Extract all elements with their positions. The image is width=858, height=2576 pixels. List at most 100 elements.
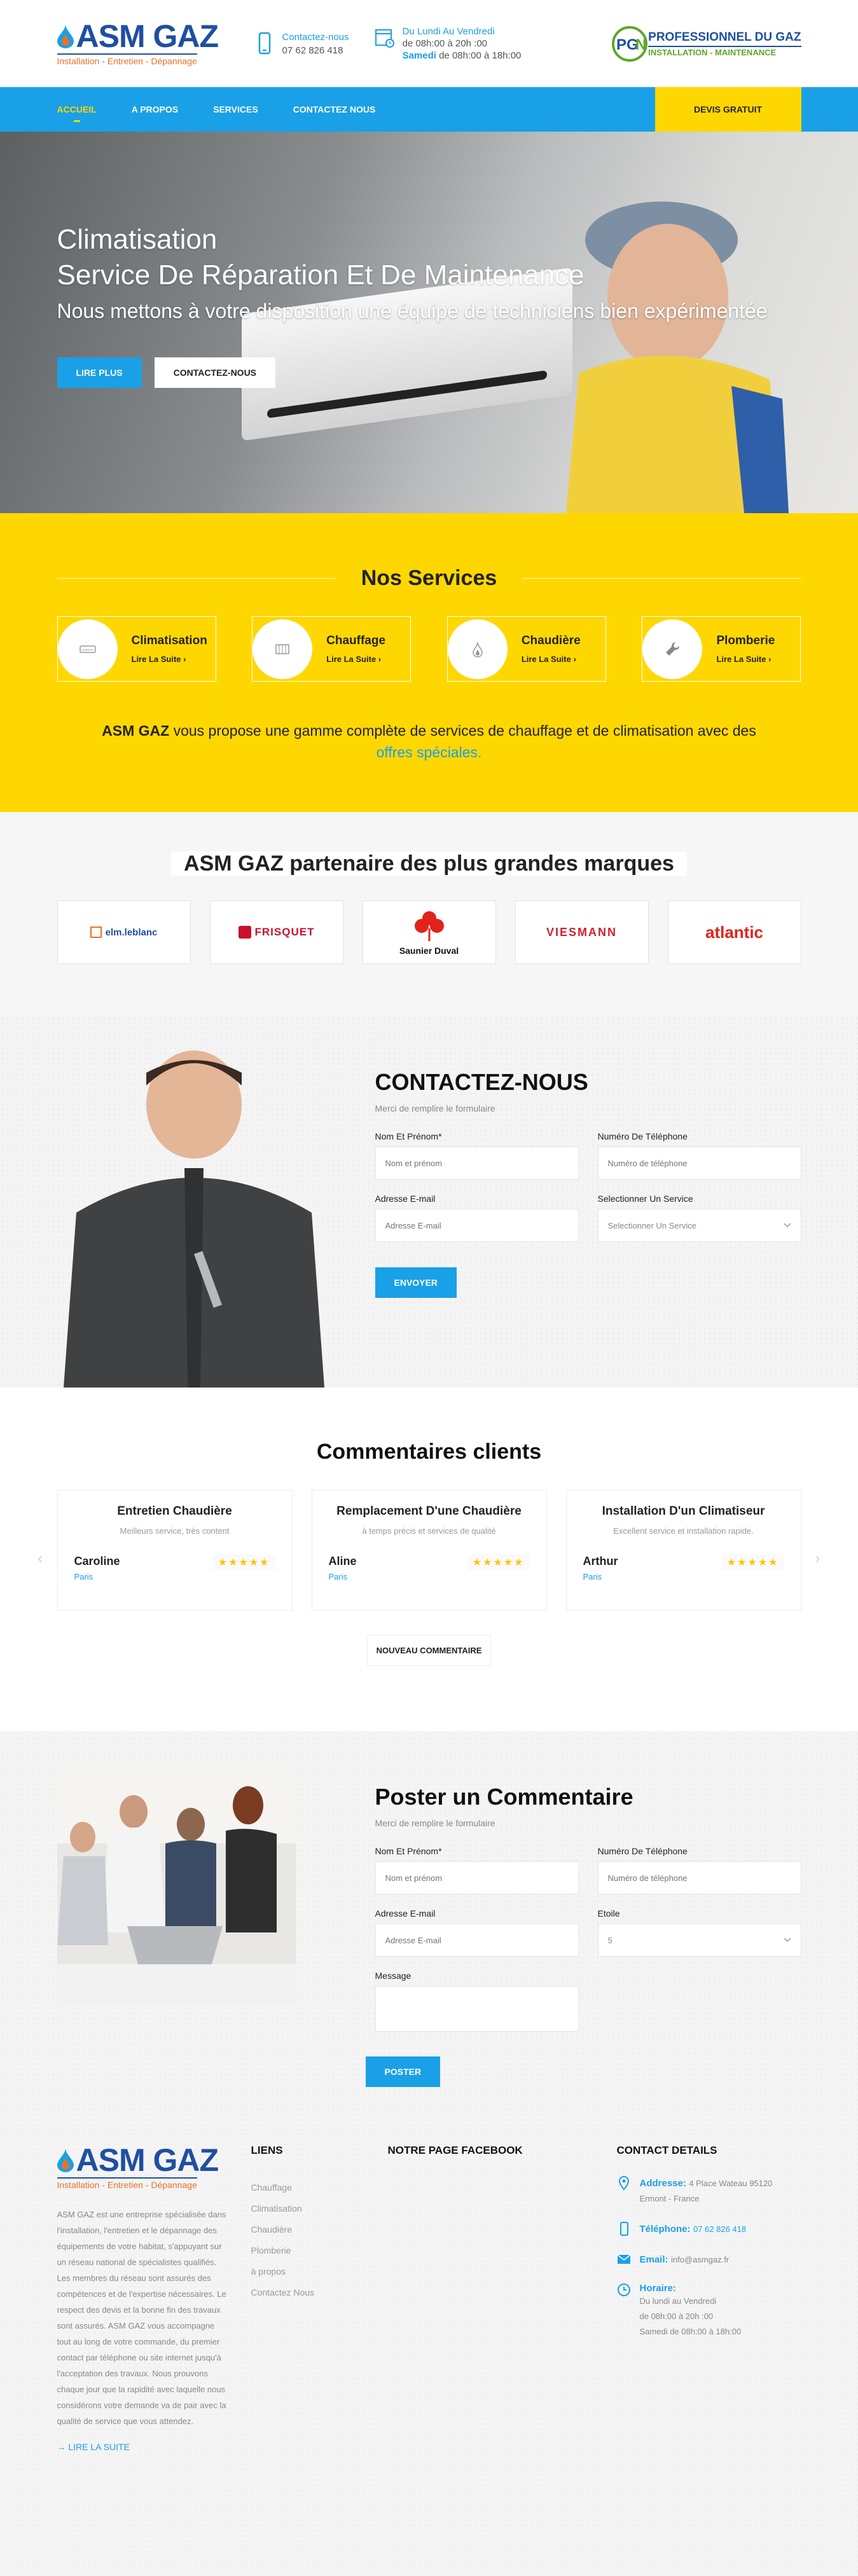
brand-atlantic[interactable]: atlantic (667, 900, 801, 964)
contact-form: CONTACTEZ-NOUS Merci de remplire le form… (375, 1069, 801, 1298)
phone-input[interactable] (597, 1147, 801, 1180)
service-read-more[interactable]: Lire La Suite › (716, 654, 775, 664)
service-card-chauffage[interactable]: Chauffage Lire La Suite › (252, 616, 412, 682)
contact-title: CONTACTEZ-NOUS (375, 1069, 588, 1095)
nav-accueil[interactable]: ACCUEIL (57, 104, 97, 122)
hero-banner: Climatisation Service De Réparation Et D… (0, 132, 858, 513)
email-input[interactable] (375, 1209, 579, 1242)
star-rating: ★★★★★ (467, 1555, 530, 1570)
nav-contact[interactable]: CONTACTEZ NOUS (293, 104, 376, 114)
footer-link-chaudiere[interactable]: Chaudière (251, 2224, 366, 2235)
footer-link-chauffage[interactable]: Chauffage (251, 2182, 366, 2193)
email-value[interactable]: info@asmgaz.fr (671, 2255, 729, 2264)
site-logo[interactable]: ASM GAZ Installation - Entretien - Dépan… (57, 20, 229, 67)
special-offers-link[interactable]: offres spéciales. (377, 744, 482, 761)
services-section: Nos Services Climatisation Lire La Suite… (0, 513, 858, 812)
title-divider-right (522, 578, 801, 579)
mobile-phone-icon (258, 32, 270, 54)
footer-link-contact[interactable]: Contactez Nous (251, 2287, 366, 2297)
footer-about: ASM GAZ est une entreprise spécialisée d… (57, 2210, 226, 2426)
arrow-right-icon: → (57, 2442, 66, 2452)
pgn-subtitle: INSTALLATION - MAINTENANCE (648, 45, 801, 57)
message-label: Message (375, 1971, 412, 1981)
partners-section: ASM GAZ partenaire des plus grandes marq… (0, 812, 858, 1016)
phone-label: Numéro De Téléphone (597, 1131, 688, 1141)
email-input[interactable] (375, 1924, 579, 1957)
hero-subtitle: Nous mettons à votre disposition une équ… (57, 300, 768, 322)
phone-icon (619, 2222, 628, 2236)
footer-read-more-link[interactable]: → LIRE LA SUITE (57, 2442, 229, 2452)
review-city: Paris (328, 1572, 348, 1581)
phone-value[interactable]: 07 62 826 418 (693, 2224, 746, 2234)
nav-services[interactable]: SERVICES (213, 104, 258, 114)
brand-viessmann[interactable]: VIESMANN (515, 900, 649, 964)
review-author: Aline (328, 1555, 357, 1567)
address-city: Ermont - France (639, 2194, 700, 2203)
flame-icon (473, 642, 483, 658)
service-card-chaudiere[interactable]: Chaudière Lire La Suite › (446, 616, 606, 682)
email-label: Email: (639, 2254, 668, 2265)
service-card-plomberie[interactable]: Plomberie Lire La Suite › (642, 616, 801, 682)
new-comment-button[interactable]: NOUVEAU COMMENTAIRE (366, 1635, 492, 1666)
email-label: Adresse E-mail (375, 1908, 436, 1918)
review-author: Caroline (74, 1555, 120, 1567)
send-button[interactable]: ENVOYER (375, 1267, 457, 1298)
address-row: Addresse: 4 Place Wateau 95120 Ermont - F… (617, 2176, 801, 2207)
hero-title-line1: Climatisation (57, 224, 218, 255)
service-read-more[interactable]: Lire La Suite › (326, 654, 385, 664)
review-card: Entretien Chaudière Meilleurs service, t… (57, 1490, 293, 1611)
footer-link-about[interactable]: à propos (251, 2266, 366, 2276)
review-title: Remplacement D'une Chaudière (336, 1505, 522, 1518)
review-text: Excellent service et installation rapide… (613, 1526, 754, 1536)
contact-subtitle: Merci de remplire le formulaire (375, 1103, 495, 1113)
contact-us-button[interactable]: CONTACTEZ-NOUS (154, 357, 276, 388)
phone-row: Téléphone: 07 62 826 418 (617, 2222, 801, 2237)
service-read-more[interactable]: Lire La Suite › (522, 654, 581, 664)
top-header: ASM GAZ Installation - Entretien - Dépan… (0, 0, 858, 87)
service-label: Selectionner Un Service (597, 1194, 693, 1204)
rating-select[interactable]: 5 (597, 1924, 801, 1957)
phone-input[interactable] (597, 1861, 801, 1894)
footer: ASM GAZ Installation - Entretien - Dépan… (0, 2132, 858, 2576)
service-read-more[interactable]: Lire La Suite › (132, 654, 207, 664)
footer-logo[interactable]: ASM GAZ Installation - Entretien - Dépan… (57, 2144, 229, 2191)
footer-link-plomberie[interactable]: Plomberie (251, 2245, 366, 2256)
review-card: Remplacement D'une Chaudière à temps pré… (311, 1490, 547, 1611)
read-more-button[interactable]: LIRE PLUS (57, 357, 142, 388)
post-button[interactable]: POSTER (365, 2056, 441, 2087)
service-title: Plomberie (716, 634, 775, 647)
carousel-prev-icon[interactable]: ‹ (38, 1550, 43, 1567)
logo-tagline: Installation - Entretien - Dépannage (57, 53, 197, 66)
svg-text:N: N (635, 36, 646, 53)
logo-text: ASM GAZ (76, 18, 219, 54)
review-city: Paris (74, 1572, 93, 1581)
gas-drop-icon (57, 24, 74, 48)
brand-frisquet[interactable]: FRISQUET (209, 900, 343, 964)
brand-elm-leblanc[interactable]: elm.leblanc (57, 900, 191, 964)
contact-details-title: CONTACT DETAILS (616, 2144, 717, 2156)
radiator-icon (275, 644, 289, 654)
address-value: 4 Place Wateau 95120 (689, 2179, 773, 2188)
name-input[interactable] (375, 1861, 579, 1894)
email-label: Adresse E-mail (375, 1194, 436, 1204)
name-input[interactable] (375, 1147, 579, 1180)
calendar-clock-icon (375, 29, 394, 48)
wrench-icon (666, 642, 680, 656)
nav-a-propos[interactable]: A PROPOS (132, 104, 178, 114)
service-title: Climatisation (131, 634, 207, 647)
pgn-logo: PG N PROFESSIONNEL DU GAZ INSTALLATION -… (611, 24, 801, 64)
services-body: vous propose une gamme complète de servi… (169, 722, 756, 739)
saunier-duval-flower-icon (414, 911, 444, 941)
brand-saunier-duval[interactable]: Saunier Duval (362, 900, 496, 964)
free-quote-button[interactable]: DEVIS GRATUIT (654, 87, 801, 132)
footer-link-climatisation[interactable]: Climatisation (251, 2203, 366, 2214)
air-conditioner-icon (79, 645, 96, 653)
contact-phone[interactable]: 07 62 826 418 (282, 45, 349, 56)
review-text: à temps précis et services de qualité (362, 1526, 496, 1536)
carousel-next-icon[interactable]: › (815, 1550, 820, 1567)
service-select[interactable]: Selectionner Un Service (597, 1209, 801, 1242)
hours-week: de 08h:00 à 20h :00 (402, 38, 488, 49)
message-textarea[interactable] (375, 1986, 579, 2032)
review-author: Arthur (583, 1555, 618, 1567)
service-card-climatisation[interactable]: Climatisation Lire La Suite › (57, 616, 216, 682)
